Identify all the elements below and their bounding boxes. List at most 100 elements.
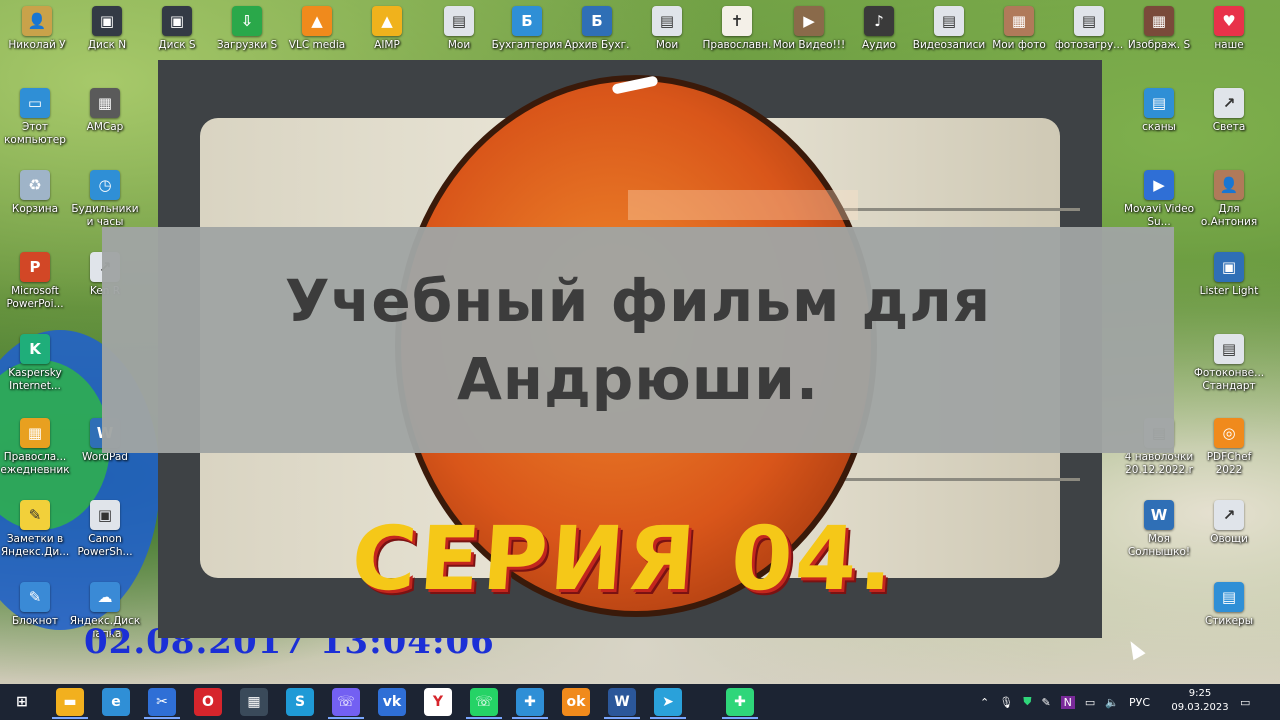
game-app-icon[interactable]: ✚ <box>726 688 754 716</box>
desktop-shortcut[interactable]: ▲ VLC media <box>280 6 354 52</box>
skype-icon[interactable]: S <box>286 688 314 716</box>
desktop-shortcut[interactable]: ▤ Мои <box>422 6 496 52</box>
odnoklassniki-icon[interactable]: ok <box>562 688 590 716</box>
desktop-shortcut[interactable]: ▦ Мои фото <box>982 6 1056 52</box>
snipping-tool-icon[interactable]: ✂ <box>148 688 176 716</box>
microphone-icon[interactable]: 🎙 <box>999 696 1013 709</box>
network-app-icon[interactable]: ✚ <box>516 688 544 716</box>
kaspersky-icon: K <box>20 334 50 364</box>
telegram-icon[interactable]: ➤ <box>654 688 682 716</box>
desktop-shortcut[interactable]: ▤ Видеозаписи <box>912 6 986 52</box>
desktop-shortcut[interactable]: ♻ Корзина <box>0 170 72 216</box>
drive-icon: ▣ <box>92 6 122 36</box>
language-indicator[interactable]: РУС <box>1129 696 1150 709</box>
audio-icon: ♪ <box>864 6 894 36</box>
onenote-icon[interactable]: N <box>1060 695 1075 709</box>
desktop-shortcut[interactable]: ✎ Заметки в Яндекс.Ди... <box>0 500 72 559</box>
desktop-shortcut[interactable]: Б Бухгалтерия <box>490 6 564 52</box>
desktop-shortcut[interactable]: ▤ Стикеры <box>1192 582 1266 628</box>
desktop-shortcut[interactable]: ▤ Мои <box>630 6 704 52</box>
shortcut-label: Microsoft PowerPoi... <box>6 285 64 310</box>
photo-icon: ▦ <box>1004 6 1034 36</box>
volume-icon[interactable]: 🔈 <box>1105 696 1119 709</box>
desktop-shortcut[interactable]: ▭ Этот компьютер <box>0 88 72 147</box>
viber-icon[interactable]: ☏ <box>332 688 360 716</box>
file-explorer-icon[interactable]: ▬ <box>56 688 84 716</box>
start-button[interactable]: ⊞ <box>8 688 36 716</box>
desktop-shortcut[interactable]: ↗ Овощи <box>1192 500 1266 546</box>
user-icon: 👤 <box>1214 170 1244 200</box>
desktop-shortcut[interactable]: ▣ Lister Light <box>1192 252 1266 298</box>
desktop-shortcut[interactable]: ▤ сканы <box>1122 88 1196 134</box>
notes-icon: ✎ <box>20 500 50 530</box>
network-icon[interactable]: ▭ <box>1085 696 1095 709</box>
shortcut-label: AMCap <box>86 121 124 133</box>
desktop-shortcut[interactable]: Б Архив Бухг. <box>560 6 634 52</box>
desktop-shortcut[interactable]: ▣ Canon PowerSh... <box>68 500 142 559</box>
tray-icons: ⌃ 🎙 ⛊ ✎ N ▭ 🔈 РУС <box>980 684 1150 720</box>
shortcut-label: наше <box>1214 39 1244 51</box>
shortcut-label: Мои Видео!!! <box>772 39 846 51</box>
running-app-indicator <box>144 717 180 719</box>
yandex-disk-icon: ☁ <box>90 582 120 612</box>
edge-icon[interactable]: e <box>102 688 130 716</box>
tray-chevron-icon[interactable]: ⌃ <box>980 696 989 709</box>
opera-icon[interactable]: O <box>194 688 222 716</box>
desktop-shortcut[interactable]: P Microsoft PowerPoi... <box>0 252 72 311</box>
desktop-shortcut[interactable]: ↗ Света <box>1192 88 1266 134</box>
clock[interactable]: 9:25 09.03.2023 <box>1170 687 1230 715</box>
desktop-shortcut[interactable]: ◷ Будильники и часы <box>68 170 142 229</box>
calculator-icon[interactable]: ▦ <box>240 688 268 716</box>
movavi-icon: ▶ <box>1144 170 1174 200</box>
powerpoint-icon: P <box>20 252 50 282</box>
desktop-shortcut[interactable]: ▣ Диск S <box>140 6 214 52</box>
desktop-shortcut[interactable]: ♥ наше <box>1192 6 1266 52</box>
shortcut-label: Стикеры <box>1204 615 1254 627</box>
desktop-shortcut[interactable]: W Моя Солнышко! <box>1122 500 1196 559</box>
shortcut-label: Диск S <box>158 39 196 51</box>
desktop-shortcut[interactable]: ▶ Movavi Video Su... <box>1122 170 1196 229</box>
desktop-shortcut[interactable]: ▣ Диск N <box>70 6 144 52</box>
word-icon[interactable]: W <box>608 688 636 716</box>
running-app-indicator <box>650 717 686 719</box>
shortcut-label: Lister Light <box>1199 285 1259 297</box>
desktop-shortcut[interactable]: ▶ Мои Видео!!! <box>772 6 846 52</box>
vlc-cone-icon: ▲ <box>302 6 332 36</box>
desktop-shortcut[interactable]: 👤 Николай У <box>0 6 74 52</box>
shortcut-label: Корзина <box>11 203 59 215</box>
desktop-shortcut[interactable]: ♪ Аудио <box>842 6 916 52</box>
canon-icon: ▣ <box>90 500 120 530</box>
shortcut-label: фотозагру... <box>1054 39 1124 51</box>
security-shield-icon[interactable]: ⛊ <box>1023 695 1031 709</box>
taskbar: ⊞ ▬ e ✂ O ▦ S ☏ vk Y ☏ ✚ ok W ➤ ✚ ⌃ 🎙 ⛊ ✎ N ▭ 🔈 РУС 9:2… <box>0 684 1280 720</box>
desktop-shortcut[interactable]: ▦ Правосла... ежедневник <box>0 418 72 477</box>
shortcut-label: Мои <box>655 39 679 51</box>
image-icon: ▦ <box>1144 6 1174 36</box>
desktop-shortcut[interactable]: ⇩ Загрузки S <box>210 6 284 52</box>
running-app-indicator <box>466 717 502 719</box>
shortcut-label: Мои фото <box>992 39 1046 51</box>
desktop-shortcut[interactable]: ▦ Изображ. S <box>1122 6 1196 52</box>
shortcut-icon: ↗ <box>1214 500 1244 530</box>
video-folder-icon: ▶ <box>794 6 824 36</box>
notification-center-icon[interactable]: ▭ <box>1240 684 1250 720</box>
whatsapp-icon[interactable]: ☏ <box>470 688 498 716</box>
lens-reflection <box>628 190 858 220</box>
desktop-shortcut[interactable]: K Kaspersky Internet... <box>0 334 72 393</box>
photo-converter-icon: ▤ <box>1214 334 1244 364</box>
desktop-shortcut[interactable]: 👤 Для о.Антония <box>1192 170 1266 229</box>
desktop-shortcut[interactable]: ✝ Православн. <box>700 6 774 52</box>
shortcut-label: Бухгалтерия <box>491 39 563 51</box>
word-doc-icon: W <box>1144 500 1174 530</box>
vk-icon[interactable]: vk <box>378 688 406 716</box>
desktop-shortcut[interactable]: ✎ Блокнот <box>0 582 72 628</box>
desktop-shortcut[interactable]: ▤ фотозагру... <box>1052 6 1126 52</box>
pen-icon[interactable]: ✎ <box>1041 696 1050 709</box>
desktop-shortcut[interactable]: ▲ AIMP <box>350 6 424 52</box>
desktop-shortcut[interactable]: ▦ AMCap <box>68 88 142 134</box>
desktop-shortcut[interactable]: ◎ PDFChef 2022 <box>1192 418 1266 477</box>
alarm-icon: ◷ <box>90 170 120 200</box>
yandex-browser-icon[interactable]: Y <box>424 688 452 716</box>
desktop-shortcut[interactable]: ▤ Фотоконве... Стандарт <box>1192 334 1266 393</box>
clock-time: 9:25 <box>1188 688 1212 699</box>
